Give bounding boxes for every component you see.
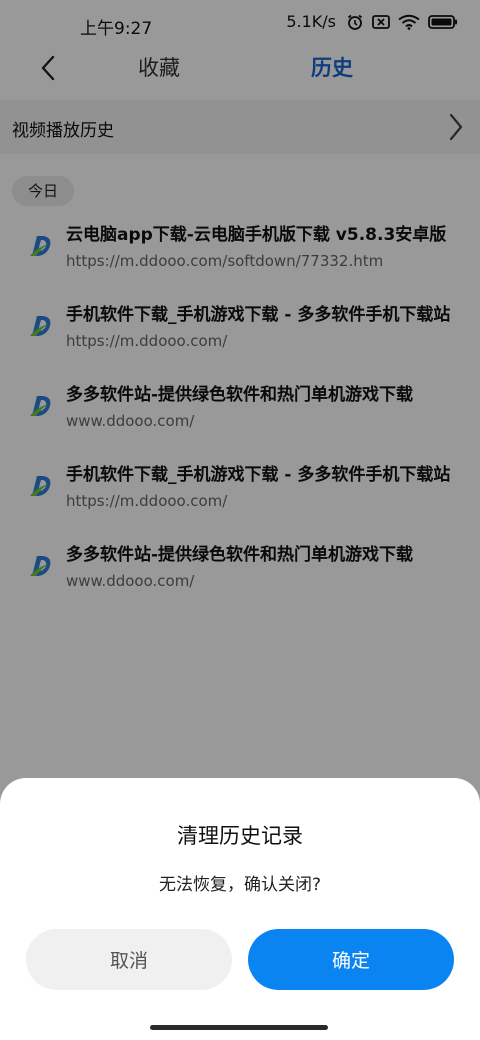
- confirm-button[interactable]: 确定: [248, 929, 454, 990]
- dialog-title: 清理历史记录: [177, 824, 303, 848]
- screen: 上午9:27 5.1K/s 收藏 历史 视频播放历史 今日 云电脑app下载-云…: [0, 0, 480, 1040]
- home-indicator[interactable]: [150, 1025, 328, 1030]
- clear-history-dialog: 清理历史记录 无法恢复，确认关闭? 取消 确定: [0, 778, 480, 1040]
- cancel-button[interactable]: 取消: [26, 929, 232, 990]
- dialog-message: 无法恢复，确认关闭?: [158, 875, 322, 895]
